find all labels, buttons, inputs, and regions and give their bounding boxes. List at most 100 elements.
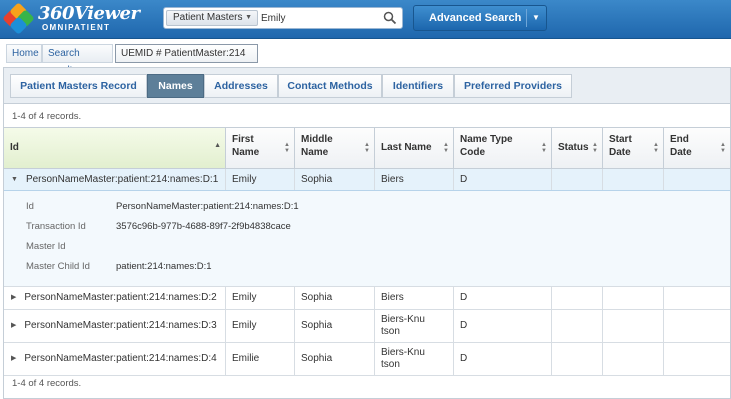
cell-first-name: Emily: [226, 310, 295, 342]
detail-value-transaction-id: 3576c96b-977b-4688-89f7-2f9b4838cace: [116, 221, 291, 232]
cell-first-name: Emilie: [226, 343, 295, 375]
column-header-end-date[interactable]: End Date ▲ ▼: [664, 128, 730, 168]
sort-icon: ▲ ▼: [443, 142, 449, 154]
column-header-last-name[interactable]: Last Name ▲ ▼: [375, 128, 454, 168]
chevron-down-icon[interactable]: ▼: [532, 6, 540, 30]
detail-value-id: PersonNameMaster:patient:214:names:D:1: [116, 201, 299, 212]
cell-name-type-code: D: [454, 343, 552, 375]
record-count: 1-4 of 4 records.: [12, 111, 82, 122]
expand-caret-icon[interactable]: ▶: [11, 353, 16, 365]
column-header-start-date[interactable]: Start Date ▲ ▼: [603, 128, 664, 168]
cell-first-name: Emily: [226, 169, 295, 190]
sort-icon: ▲ ▼: [541, 142, 547, 154]
column-header-name-type-code[interactable]: Name Type Code ▲ ▼: [454, 128, 552, 168]
cell-start-date: [603, 343, 664, 375]
sort-icon: ▲ ▼: [720, 142, 726, 154]
detail-label-master-child-id: Master Child Id: [26, 261, 90, 272]
table-row[interactable]: ▶ PersonNameMaster:patient:214:names:D:4…: [4, 343, 730, 376]
table-row[interactable]: ▼ PersonNameMaster:patient:214:names:D:1…: [4, 169, 730, 191]
logo-icon: [2, 2, 35, 35]
cell-middle-name: Sophia: [295, 343, 375, 375]
advanced-search-button[interactable]: Advanced Search ▼: [413, 5, 547, 31]
search-scope-select[interactable]: Patient Masters ▼: [166, 10, 258, 26]
expand-caret-icon[interactable]: ▶: [11, 292, 16, 304]
cell-name-type-code: D: [454, 169, 552, 190]
cell-end-date: [664, 169, 730, 190]
detail-value-master-child-id: patient:214:names:D:1: [116, 261, 212, 272]
search-input[interactable]: [261, 10, 381, 26]
column-header-status[interactable]: Status ▲ ▼: [552, 128, 603, 168]
tab-preferred-providers[interactable]: Preferred Providers: [454, 74, 572, 98]
column-label: Middle Name: [301, 134, 333, 158]
tab-names[interactable]: Names: [147, 74, 204, 98]
breadcrumb-home[interactable]: Home: [6, 44, 42, 63]
cell-id: ▶ PersonNameMaster:patient:214:names:D:2: [4, 287, 226, 309]
column-label: Id: [10, 142, 19, 153]
logo-subtitle: OMNIPATIENT: [42, 23, 111, 32]
table-row[interactable]: ▶ PersonNameMaster:patient:214:names:D:2…: [4, 287, 730, 310]
search-icon[interactable]: [383, 11, 397, 25]
cell-name-type-code: D: [454, 310, 552, 342]
cell-middle-name: Sophia: [295, 287, 375, 309]
cell-status: [552, 287, 603, 309]
breadcrumb-current[interactable]: UEMID # PatientMaster:214 ▼: [115, 44, 258, 75]
advanced-search-label: Advanced Search: [429, 12, 522, 24]
cell-id: ▶ PersonNameMaster:patient:214:names:D:3: [4, 310, 226, 342]
cell-name-type-code: D: [454, 287, 552, 309]
chevron-down-icon: ▼: [245, 14, 252, 21]
cell-start-date: [603, 310, 664, 342]
cell-last-name: Biers: [375, 169, 454, 190]
cell-status: [552, 343, 603, 375]
search-scope-label: Patient Masters: [173, 12, 243, 23]
search-box: Patient Masters ▼: [163, 7, 403, 29]
cell-status: [552, 310, 603, 342]
column-header-middle-name[interactable]: Middle Name ▲ ▼: [295, 128, 375, 168]
column-label: Status: [558, 142, 589, 153]
cell-end-date: [664, 343, 730, 375]
detail-label-transaction-id: Transaction Id: [26, 221, 86, 232]
cell-last-name-text: Biers-Knutson: [381, 347, 425, 370]
cell-last-name-text: Biers-Knutson: [381, 314, 425, 337]
breadcrumb-search-results[interactable]: Search results: [42, 44, 113, 76]
sort-icon: ▲ ▼: [653, 142, 659, 154]
detail-label-master-id: Master Id: [26, 241, 66, 252]
column-label: Last Name: [381, 142, 432, 153]
tab-addresses[interactable]: Addresses: [204, 74, 278, 98]
cell-last-name: Biers: [375, 287, 454, 309]
expand-caret-icon[interactable]: ▶: [11, 320, 16, 332]
column-header-first-name[interactable]: First Name ▲ ▼: [226, 128, 295, 168]
column-label: First Name: [232, 134, 260, 158]
row-detail-panel: Id PersonNameMaster:patient:214:names:D:…: [4, 191, 730, 287]
column-label: End Date: [670, 134, 692, 158]
sort-icon: ▲ ▼: [592, 142, 598, 154]
column-label: Name Type Code: [460, 134, 513, 158]
button-divider: [526, 9, 527, 27]
breadcrumb-current-label: UEMID # PatientMaster:214: [121, 48, 246, 59]
cell-last-name: Biers-Knutson: [375, 343, 454, 375]
column-header-id[interactable]: Id ▲: [4, 128, 226, 168]
logo-title: 360Viewer: [38, 3, 140, 24]
cell-middle-name: Sophia: [295, 310, 375, 342]
tab-bar: Patient Masters Record Names Addresses C…: [4, 68, 730, 104]
record-count-footer: 1-4 of 4 records.: [12, 378, 82, 389]
cell-end-date: [664, 310, 730, 342]
cell-end-date: [664, 287, 730, 309]
cell-status: [552, 169, 603, 190]
cell-id: ▶ PersonNameMaster:patient:214:names:D:4: [4, 343, 226, 375]
table-header: Id ▲ First Name ▲ ▼ Middle Name ▲ ▼ Last N…: [4, 127, 730, 169]
app-header: 360Viewer OMNIPATIENT Patient Masters ▼ …: [0, 0, 731, 39]
sort-ascending-icon: ▲: [214, 142, 221, 149]
cell-id: ▼ PersonNameMaster:patient:214:names:D:1: [4, 169, 226, 190]
collapse-caret-icon[interactable]: ▼: [11, 174, 18, 186]
cell-last-name: Biers-Knutson: [375, 310, 454, 342]
app-logo[interactable]: 360Viewer OMNIPATIENT: [2, 2, 154, 35]
tab-identifiers[interactable]: Identifiers: [382, 74, 454, 98]
tab-contact-methods[interactable]: Contact Methods: [278, 74, 382, 98]
sort-icon: ▲ ▼: [284, 142, 290, 154]
cell-id-text: PersonNameMaster:patient:214:names:D:4: [24, 353, 217, 364]
cell-first-name: Emily: [226, 287, 295, 309]
table-row[interactable]: ▶ PersonNameMaster:patient:214:names:D:3…: [4, 310, 730, 343]
cell-middle-name: Sophia: [295, 169, 375, 190]
tab-patient-masters-record[interactable]: Patient Masters Record: [10, 74, 147, 98]
cell-id-text: PersonNameMaster:patient:214:names:D:2: [24, 292, 217, 303]
